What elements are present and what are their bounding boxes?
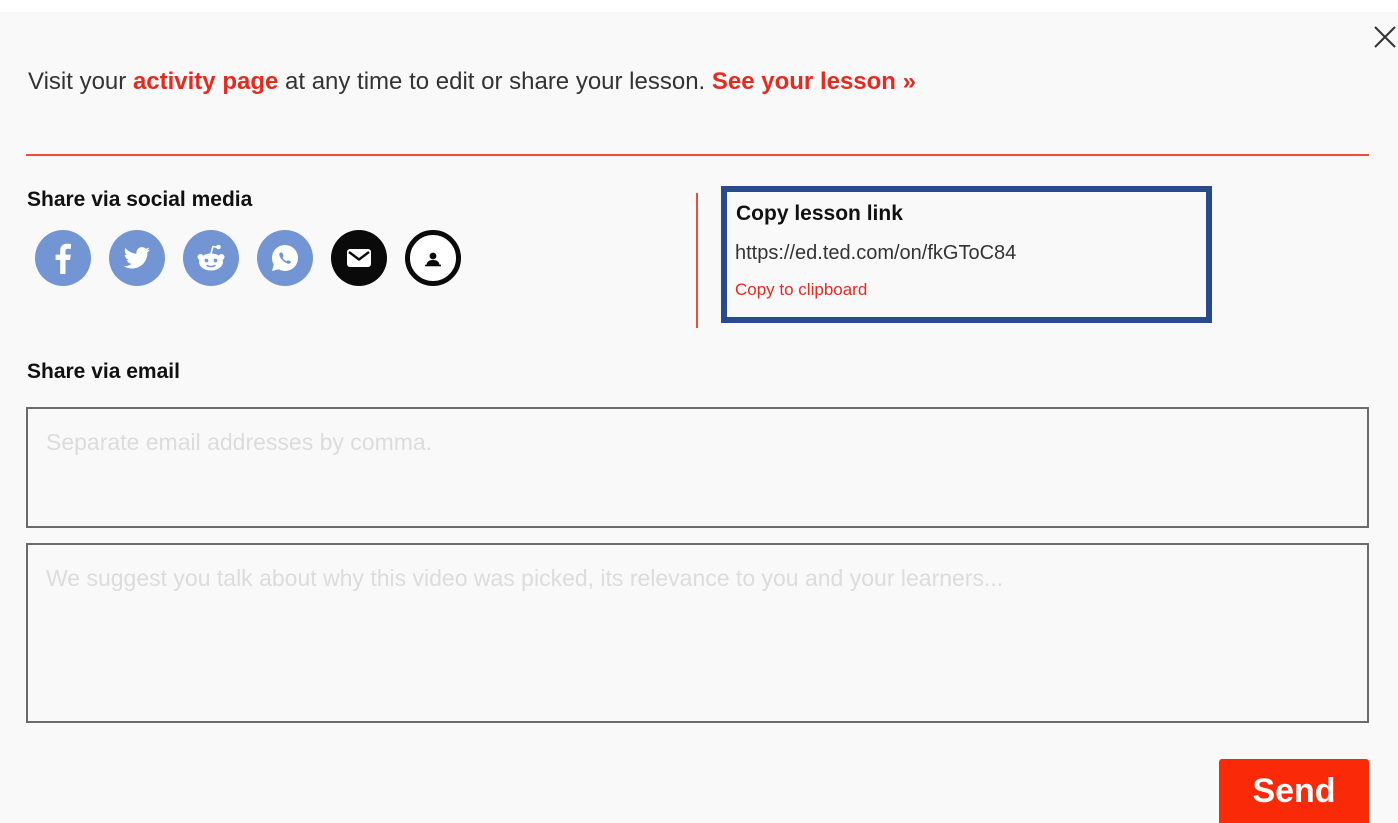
lesson-url[interactable]: https://ed.ted.com/on/fkGToC84 [735, 242, 1016, 265]
whatsapp-icon [272, 245, 298, 271]
social-section-title: Share via social media [27, 188, 253, 211]
email-message-field[interactable] [26, 543, 1369, 723]
twitter-share-button[interactable] [109, 230, 165, 286]
copy-to-clipboard-link[interactable]: Copy to clipboard [735, 280, 867, 300]
share-modal: Visit your activity page at any time to … [0, 12, 1398, 823]
header-divider [26, 154, 1369, 156]
section-separator [696, 193, 698, 328]
whatsapp-share-button[interactable] [257, 230, 313, 286]
copy-link-panel: Copy lesson link https://ed.ted.com/on/f… [721, 186, 1212, 323]
classroom-share-button[interactable] [405, 230, 461, 286]
facebook-icon [55, 243, 71, 274]
close-button[interactable] [1370, 22, 1398, 50]
page: Visit your activity page at any time to … [0, 0, 1398, 823]
social-buttons [35, 230, 461, 286]
reddit-share-button[interactable] [183, 230, 239, 286]
email-addresses-field[interactable] [26, 407, 1369, 528]
copy-link-title: Copy lesson link [736, 202, 903, 225]
intro-middle: at any time to edit or share your lesson… [278, 68, 712, 95]
envelope-icon [347, 249, 371, 267]
send-button[interactable]: Send [1219, 759, 1369, 823]
reddit-icon [197, 244, 225, 271]
close-icon [1374, 26, 1396, 48]
twitter-icon [123, 247, 150, 269]
email-section-title: Share via email [27, 360, 180, 383]
email-share-button[interactable] [331, 230, 387, 286]
activity-page-link[interactable]: activity page [133, 68, 278, 95]
person-icon [425, 252, 441, 267]
intro-prefix: Visit your [28, 68, 133, 95]
intro-message: Visit your activity page at any time to … [28, 68, 916, 96]
facebook-share-button[interactable] [35, 230, 91, 286]
see-lesson-link[interactable]: See your lesson » [712, 68, 916, 95]
